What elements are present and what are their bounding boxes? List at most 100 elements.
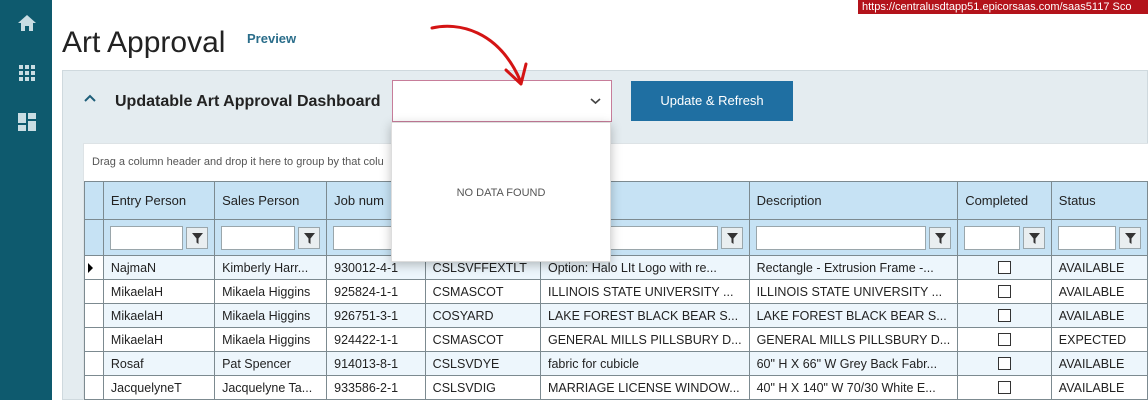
completed-checkbox[interactable] bbox=[997, 261, 1011, 274]
cell-completed bbox=[957, 303, 1052, 328]
cell-description[interactable]: Rectangle - Extrusion Frame -... bbox=[748, 255, 959, 280]
cell-job-num[interactable]: 933586-2-1 bbox=[326, 375, 426, 400]
completed-checkbox[interactable] bbox=[997, 357, 1011, 370]
group-by-hint: Drag a column header and drop it here to… bbox=[92, 156, 384, 168]
cell-status[interactable]: AVAILABLE bbox=[1050, 351, 1148, 376]
table-row[interactable]: MikaelaH Mikaela Higgins 926751-3-1 COSY… bbox=[84, 303, 1148, 328]
cell-name[interactable]: fabric for cubicle bbox=[539, 351, 750, 376]
dashboard-title: Updatable Art Approval Dashboard bbox=[115, 93, 381, 110]
completed-checkbox[interactable] bbox=[997, 381, 1011, 394]
cell-completed bbox=[957, 279, 1052, 304]
cell-job-num[interactable]: 926751-3-1 bbox=[326, 303, 426, 328]
no-data-message: NO DATA FOUND bbox=[456, 187, 546, 199]
cell-part[interactable]: CSMASCOT bbox=[424, 279, 541, 304]
cell-part[interactable]: CSLSVDYE bbox=[424, 351, 541, 376]
cell-completed bbox=[957, 327, 1052, 352]
cell-part[interactable]: CSLSVDIG bbox=[424, 375, 541, 400]
update-refresh-button[interactable]: Update & Refresh bbox=[631, 81, 793, 121]
filter-button[interactable] bbox=[298, 226, 321, 249]
cell-name[interactable]: MARRIAGE LICENSE WINDOW... bbox=[539, 375, 750, 400]
cell-sales-person[interactable]: Mikaela Higgins bbox=[214, 279, 328, 304]
cell-part[interactable]: CSMASCOT bbox=[424, 327, 541, 352]
completed-checkbox[interactable] bbox=[997, 309, 1011, 322]
cell-sales-person[interactable]: Kimberly Harr... bbox=[214, 255, 328, 280]
table-row[interactable]: MikaelaH Mikaela Higgins 924422-1-1 CSMA… bbox=[84, 327, 1148, 352]
cell-description[interactable]: 40" H X 140" W 70/30 White E... bbox=[748, 375, 959, 400]
filter-button[interactable] bbox=[1022, 226, 1045, 249]
table-row[interactable]: MikaelaH Mikaela Higgins 925824-1-1 CSMA… bbox=[84, 279, 1148, 304]
filter-icon bbox=[726, 232, 738, 244]
cell-completed bbox=[957, 255, 1052, 280]
filter-input[interactable] bbox=[964, 225, 1020, 250]
completed-checkbox[interactable] bbox=[997, 285, 1011, 298]
filter-button[interactable] bbox=[929, 226, 952, 249]
cell-sales-person[interactable]: Mikaela Higgins bbox=[214, 327, 328, 352]
cell-entry-person[interactable]: NajmaN bbox=[102, 255, 216, 280]
filter-icon bbox=[1028, 232, 1040, 244]
row-indicator-header bbox=[84, 181, 104, 220]
filter-input[interactable] bbox=[333, 225, 394, 250]
row-indicator bbox=[84, 303, 104, 328]
cell-status[interactable]: EXPECTED bbox=[1050, 327, 1148, 352]
filter-input[interactable] bbox=[109, 225, 184, 250]
row-indicator bbox=[84, 375, 104, 400]
filter-button[interactable] bbox=[186, 226, 209, 249]
cell-entry-person[interactable]: MikaelaH bbox=[102, 279, 216, 304]
select-dropdown-panel: NO DATA FOUND bbox=[391, 122, 611, 262]
header-row: Entry Person Sales Person Job num ne Des… bbox=[84, 181, 1148, 220]
cell-job-num[interactable]: 925824-1-1 bbox=[326, 279, 426, 304]
filter-button[interactable] bbox=[1119, 226, 1141, 249]
table-row[interactable]: Rosaf Pat Spencer 914013-8-1 CSLSVDYE fa… bbox=[84, 351, 1148, 376]
annotation-arrow-icon bbox=[430, 24, 528, 86]
cell-name[interactable]: LAKE FOREST BLACK BEAR S... bbox=[539, 303, 750, 328]
cell-job-num[interactable]: 924422-1-1 bbox=[326, 327, 426, 352]
col-description[interactable]: Description bbox=[748, 181, 959, 220]
col-status[interactable]: Status bbox=[1050, 181, 1148, 220]
cell-description[interactable]: LAKE FOREST BLACK BEAR S... bbox=[748, 303, 959, 328]
cell-sales-person[interactable]: Mikaela Higgins bbox=[214, 303, 328, 328]
cell-status[interactable]: AVAILABLE bbox=[1050, 375, 1148, 400]
cell-name[interactable]: GENERAL MILLS PILLSBURY D... bbox=[539, 327, 750, 352]
chevron-down-icon[interactable] bbox=[590, 97, 601, 105]
filter-cell bbox=[748, 219, 959, 256]
cell-entry-person[interactable]: MikaelaH bbox=[102, 327, 216, 352]
preview-badge: Preview bbox=[247, 31, 297, 46]
cell-sales-person[interactable]: Pat Spencer bbox=[214, 351, 328, 376]
cell-name[interactable]: ILLINOIS STATE UNIVERSITY ... bbox=[539, 279, 750, 304]
cell-entry-person[interactable]: Rosaf bbox=[102, 351, 216, 376]
cell-description[interactable]: ILLINOIS STATE UNIVERSITY ... bbox=[748, 279, 959, 304]
cell-completed bbox=[957, 351, 1052, 376]
completed-checkbox[interactable] bbox=[997, 333, 1011, 346]
row-indicator bbox=[84, 255, 104, 280]
filter-button[interactable] bbox=[720, 226, 743, 249]
cell-status[interactable]: AVAILABLE bbox=[1050, 303, 1148, 328]
cell-sales-person[interactable]: Jacquelyne Ta... bbox=[214, 375, 328, 400]
cell-job-num[interactable]: 914013-8-1 bbox=[326, 351, 426, 376]
col-completed[interactable]: Completed bbox=[957, 181, 1052, 220]
cell-part[interactable]: COSYARD bbox=[424, 303, 541, 328]
cell-completed bbox=[957, 375, 1052, 400]
col-sales-person[interactable]: Sales Person bbox=[214, 181, 328, 220]
cell-description[interactable]: GENERAL MILLS PILLSBURY D... bbox=[748, 327, 959, 352]
filter-input[interactable] bbox=[755, 225, 927, 250]
home-icon[interactable] bbox=[16, 12, 38, 34]
cell-entry-person[interactable]: JacquelyneT bbox=[102, 375, 216, 400]
filter-icon bbox=[1125, 232, 1136, 244]
table-row[interactable]: JacquelyneT Jacquelyne Ta... 933586-2-1 … bbox=[84, 375, 1148, 400]
filter-input[interactable] bbox=[221, 225, 296, 250]
cell-entry-person[interactable]: MikaelaH bbox=[102, 303, 216, 328]
table-row[interactable]: NajmaN Kimberly Harr... 930012-4-1 CSLSV… bbox=[84, 255, 1148, 280]
apps-grid-icon[interactable] bbox=[16, 62, 38, 84]
page-title: Art Approval bbox=[62, 26, 226, 59]
col-entry-person[interactable]: Entry Person bbox=[102, 181, 216, 220]
dashboard-icon[interactable] bbox=[16, 111, 38, 133]
filter-input[interactable] bbox=[1057, 225, 1116, 250]
cell-status[interactable]: AVAILABLE bbox=[1050, 255, 1148, 280]
url-banner: https://centralusdtapp51.epicorsaas.com/… bbox=[858, 0, 1148, 14]
cell-status[interactable]: AVAILABLE bbox=[1050, 279, 1148, 304]
filter-indicator-cell bbox=[84, 219, 104, 256]
cell-description[interactable]: 60" H X 66" W Grey Back Fabr... bbox=[748, 351, 959, 376]
filter-cell bbox=[957, 219, 1052, 256]
row-indicator bbox=[84, 351, 104, 376]
chevron-up-icon[interactable] bbox=[83, 93, 97, 103]
